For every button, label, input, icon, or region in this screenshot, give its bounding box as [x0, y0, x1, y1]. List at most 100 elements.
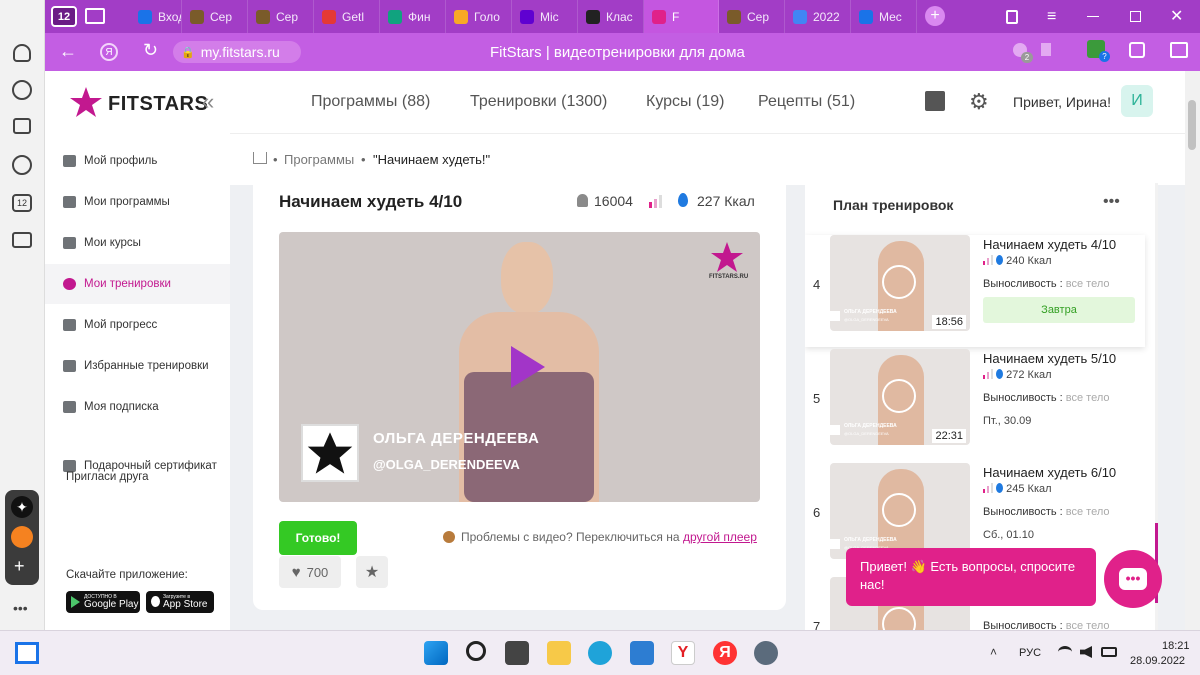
- yandex-browser-icon[interactable]: Y: [671, 641, 695, 665]
- reload-icon[interactable]: ↻: [143, 40, 158, 61]
- widgets-icon[interactable]: [15, 642, 39, 664]
- browser-tab[interactable]: Вход: [130, 0, 182, 33]
- nav-programs[interactable]: Программы (88): [311, 93, 430, 111]
- thumb-play-icon[interactable]: [882, 379, 916, 413]
- home-icon[interactable]: [253, 152, 267, 164]
- sidebar-item-profile[interactable]: Мой профиль: [45, 141, 230, 181]
- settings-icon[interactable]: ⚙: [969, 89, 989, 115]
- battery-icon[interactable]: [1101, 647, 1117, 657]
- collections-side-icon[interactable]: [13, 118, 31, 134]
- page-scrollbar[interactable]: [1185, 71, 1200, 630]
- browser-tab[interactable]: Мес: [851, 0, 917, 33]
- spark-icon[interactable]: ✦: [11, 496, 33, 518]
- plan-item[interactable]: 5 ОЛЬГА ДЕРЕНДЕЕВА @OLGA_DERENDEEVA 22:31 На…: [805, 349, 1145, 461]
- yandex-icon[interactable]: Я: [100, 43, 118, 61]
- file-explorer-icon[interactable]: [547, 641, 571, 665]
- tab-counter[interactable]: 12: [51, 6, 77, 27]
- browser-tab[interactable]: Сер: [182, 0, 248, 33]
- minimize-icon[interactable]: [1087, 16, 1099, 17]
- browser-tab[interactable]: Клас: [578, 0, 644, 33]
- plan-item[interactable]: 4 ОЛЬГА ДЕРЕНДЕЕВА @OLGA_DERENDEEVA 18:56 На…: [805, 235, 1145, 347]
- nav-courses[interactable]: Курсы (19): [646, 93, 724, 111]
- chat-icon[interactable]: •••: [1104, 550, 1162, 608]
- store-icon[interactable]: [630, 641, 654, 665]
- browser-tab[interactable]: F: [644, 0, 719, 33]
- site-header: FITSTARS « Программы (88) Тренировки (13…: [45, 71, 1185, 133]
- alice-icon[interactable]: [13, 44, 31, 62]
- add-tab-button[interactable]: +: [925, 6, 945, 26]
- other-player-link[interactable]: другой плеер: [683, 530, 757, 544]
- sidebar-item-progress[interactable]: Мой прогресс: [45, 305, 230, 345]
- sidebar-item-programs[interactable]: Мои программы: [45, 182, 230, 222]
- edge-icon[interactable]: [588, 641, 612, 665]
- more-icon[interactable]: •••: [13, 600, 28, 616]
- like-button[interactable]: ♥ 700: [279, 556, 341, 588]
- clock-time[interactable]: 18:21: [1162, 640, 1190, 652]
- sidebar-item-workouts[interactable]: Мои тренировки: [45, 264, 230, 304]
- clock-date[interactable]: 28.09.2022: [1130, 655, 1185, 667]
- back-icon[interactable]: ←: [59, 41, 77, 62]
- browser-tab[interactable]: Сер: [248, 0, 314, 33]
- menu-icon[interactable]: ≡: [1047, 8, 1056, 26]
- collapse-icon[interactable]: «: [202, 89, 214, 115]
- plan-item-title[interactable]: Начинаем худеть 6/10: [983, 465, 1116, 480]
- url-field[interactable]: 🔒 my.fitstars.ru: [173, 41, 301, 63]
- browser-tab[interactable]: Mic: [512, 0, 578, 33]
- task-view-icon[interactable]: [505, 641, 529, 665]
- thumb-play-icon[interactable]: [882, 493, 916, 527]
- browser-tab[interactable]: 2022: [785, 0, 851, 33]
- avatar[interactable]: И: [1121, 85, 1153, 117]
- bookmark-icon[interactable]: [1041, 43, 1051, 56]
- sidebar-toggle-icon[interactable]: [1170, 42, 1188, 58]
- done-button[interactable]: Готово!: [279, 521, 357, 555]
- video-icon[interactable]: [12, 155, 32, 175]
- app-store-button[interactable]: Загрузите в App Store: [146, 591, 214, 613]
- plan-item-thumbnail[interactable]: ОЛЬГА ДЕРЕНДЕЕВА @OLGA_DERENDEEVA 22:31: [830, 349, 970, 445]
- browser-tab[interactable]: Голо: [446, 0, 512, 33]
- plan-item-title[interactable]: Начинаем худеть 4/10: [983, 237, 1116, 252]
- fitstars-logo-icon[interactable]: [69, 85, 103, 119]
- plan-item-title[interactable]: Начинаем худеть 5/10: [983, 351, 1116, 366]
- breadcrumb-programs[interactable]: Программы: [284, 152, 354, 167]
- screenshot-icon[interactable]: [12, 232, 32, 248]
- tray-chevron-icon[interactable]: ˄: [990, 645, 997, 659]
- page-scroll-thumb[interactable]: [1188, 100, 1196, 150]
- tabs-panel-icon[interactable]: [1006, 10, 1018, 24]
- restore-icon[interactable]: [1130, 11, 1141, 22]
- browser-tab[interactable]: Фин: [380, 0, 446, 33]
- add-app-icon[interactable]: +: [14, 556, 25, 577]
- plan-item-kcal: 272 Ккал: [1006, 369, 1052, 381]
- volume-icon[interactable]: [1080, 646, 1092, 658]
- sidebar-item-subscription[interactable]: Моя подписка: [45, 387, 230, 427]
- new-tab-icon[interactable]: [85, 8, 105, 24]
- plan-more-icon[interactable]: •••: [1103, 193, 1120, 211]
- nav-workouts[interactable]: Тренировки (1300): [470, 93, 607, 111]
- play-icon[interactable]: [511, 346, 545, 388]
- search-icon[interactable]: [466, 641, 486, 661]
- site-logo-text[interactable]: FITSTARS: [108, 93, 208, 116]
- start-icon[interactable]: [424, 641, 448, 665]
- video-player[interactable]: FITSTARS.RU ОЛЬГА ДЕРЕНДЕЕВА @OLGA_DEREN…: [279, 232, 760, 502]
- language-indicator[interactable]: РУС: [1019, 647, 1041, 659]
- browser-tab[interactable]: Getl: [314, 0, 380, 33]
- collections-icon[interactable]: [1129, 42, 1145, 58]
- plan-item-thumbnail[interactable]: ОЛЬГА ДЕРЕНДЕЕВА@OLGA_DERENDEEVA: [830, 463, 970, 559]
- yandex-icon[interactable]: Я: [713, 641, 737, 665]
- settings-app-icon[interactable]: [754, 641, 778, 665]
- thumb-play-icon[interactable]: [882, 265, 916, 299]
- nav-recipes[interactable]: Рецепты (51): [758, 93, 855, 111]
- calendar-icon[interactable]: [925, 91, 945, 111]
- google-play-button[interactable]: ДОСТУПНО В Google Play: [66, 591, 140, 613]
- mail-app-icon[interactable]: [11, 526, 33, 548]
- side-badge-icon[interactable]: 12: [12, 194, 32, 212]
- favorite-button[interactable]: ★: [356, 556, 388, 588]
- plan-item-thumbnail[interactable]: ОЛЬГА ДЕРЕНДЕЕВА @OLGA_DERENDEEVA 18:56: [830, 235, 970, 331]
- sidebar-item-courses[interactable]: Мои курсы: [45, 223, 230, 263]
- browser-tab[interactable]: Сер: [719, 0, 785, 33]
- chat-bubble[interactable]: Привет! 👋 Есть вопросы, спросите нас!: [846, 548, 1096, 606]
- history-icon[interactable]: [12, 80, 32, 100]
- sidebar-item-favorites[interactable]: Избранные тренировки: [45, 346, 230, 386]
- close-icon[interactable]: ✕: [1170, 6, 1183, 26]
- sidebar-item-invite-friend[interactable]: Пригласи друга: [45, 468, 230, 486]
- wifi-icon[interactable]: [1058, 646, 1072, 658]
